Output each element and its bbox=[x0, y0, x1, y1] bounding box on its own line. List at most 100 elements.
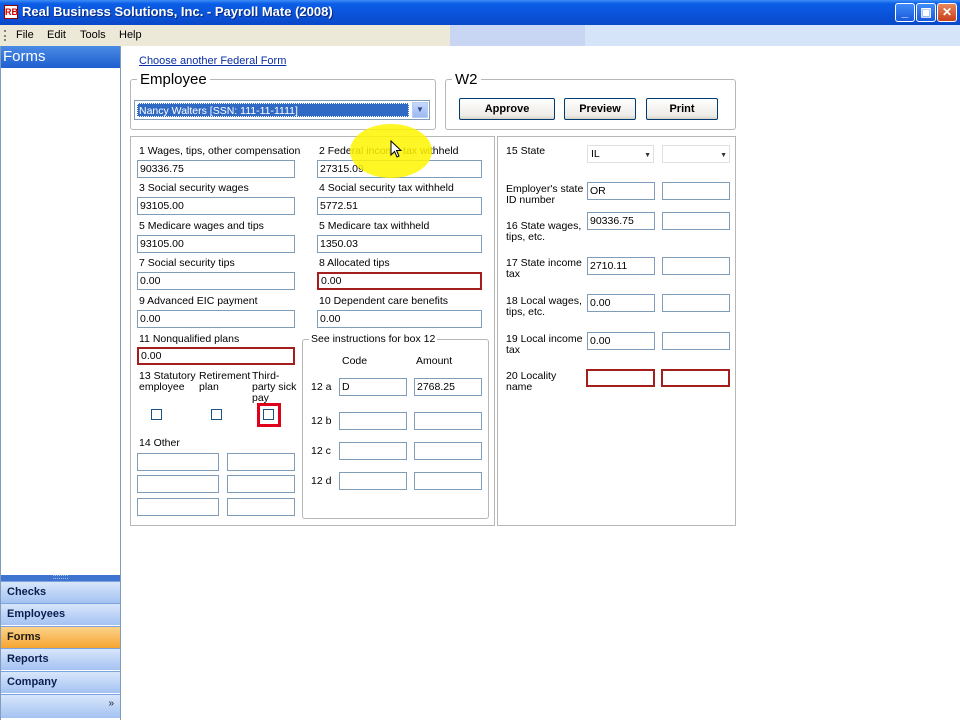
box9-label: 9 Advanced EIC payment bbox=[139, 295, 258, 307]
box17-input-2[interactable] bbox=[662, 257, 730, 275]
sidebar-item-company[interactable]: Company bbox=[1, 671, 120, 693]
chevron-down-icon[interactable]: ▼ bbox=[720, 148, 727, 164]
box18-input-2[interactable] bbox=[662, 294, 730, 312]
box10-input[interactable]: 0.00 bbox=[317, 310, 482, 328]
minimize-button[interactable]: _ bbox=[895, 3, 915, 22]
approve-button[interactable]: Approve bbox=[459, 98, 555, 120]
box14-input[interactable] bbox=[227, 475, 295, 493]
statutory-employee-checkbox[interactable] bbox=[151, 409, 162, 420]
box3-input[interactable]: 93105.00 bbox=[137, 197, 295, 215]
box12d-amount-input[interactable] bbox=[414, 472, 482, 490]
menu-bar-band bbox=[450, 25, 585, 46]
box12b-code-input[interactable] bbox=[339, 412, 407, 430]
box12-amount-header: Amount bbox=[416, 355, 453, 367]
menu-help[interactable]: Help bbox=[119, 29, 142, 41]
box19-input[interactable]: 0.00 bbox=[587, 332, 655, 350]
sidebar-item-checks[interactable]: Checks bbox=[1, 581, 120, 603]
box16-input-2[interactable] bbox=[662, 212, 730, 230]
app-icon: RB bbox=[4, 5, 18, 19]
chevron-down-icon[interactable]: ▼ bbox=[644, 148, 651, 164]
box7-input[interactable]: 0.00 bbox=[137, 272, 295, 290]
box14-input[interactable] bbox=[227, 498, 295, 516]
box13-statutory-label: 13 Statutory employee bbox=[139, 370, 196, 393]
sidebar-more[interactable]: » bbox=[1, 694, 120, 718]
sidebar-header: Forms bbox=[1, 46, 120, 68]
box9-input[interactable]: 0.00 bbox=[137, 310, 295, 328]
box1-input[interactable]: 90336.75 bbox=[137, 160, 295, 178]
state-select-2[interactable]: ▼ bbox=[662, 145, 730, 163]
box7-label: 7 Social security tips bbox=[139, 257, 235, 269]
box12b-amount-input[interactable] bbox=[414, 412, 482, 430]
box14-input[interactable] bbox=[227, 453, 295, 471]
box18-input[interactable]: 0.00 bbox=[587, 294, 655, 312]
box13-retirement-label: Retirement plan bbox=[199, 370, 251, 393]
box15-label: 15 State bbox=[506, 145, 546, 157]
employer-state-id-input-2[interactable] bbox=[662, 182, 730, 200]
box18-label: 18 Local wages, tips, etc. bbox=[506, 295, 582, 318]
box5-input[interactable]: 93105.00 bbox=[137, 235, 295, 253]
box6-label: 5 Medicare tax withheld bbox=[319, 220, 430, 232]
menu-file[interactable]: File bbox=[16, 29, 34, 41]
box12c-label: 12 c bbox=[311, 445, 331, 457]
box10-label: 10 Dependent care benefits bbox=[319, 295, 449, 307]
box17-input[interactable]: 2710.11 bbox=[587, 257, 655, 275]
retirement-plan-checkbox[interactable] bbox=[211, 409, 222, 420]
box12a-code-input[interactable]: D bbox=[339, 378, 407, 396]
box19-input-2[interactable] bbox=[662, 332, 730, 350]
box14-input[interactable] bbox=[137, 498, 219, 516]
choose-federal-form-link[interactable]: Choose another Federal Form bbox=[139, 55, 286, 67]
box4-label: 4 Social security tax withheld bbox=[319, 182, 454, 194]
box5-label: 5 Medicare wages and tips bbox=[139, 220, 264, 232]
box14-input[interactable] bbox=[137, 475, 219, 493]
box16-input[interactable]: 90336.75 bbox=[587, 212, 655, 230]
box12d-code-input[interactable] bbox=[339, 472, 407, 490]
sidebar-item-employees[interactable]: Employees bbox=[1, 603, 120, 625]
box4-input[interactable]: 5772.51 bbox=[317, 197, 482, 215]
print-button[interactable]: Print bbox=[646, 98, 718, 120]
menu-edit[interactable]: Edit bbox=[47, 29, 66, 41]
third-party-sick-pay-checkbox[interactable] bbox=[263, 409, 274, 420]
box16-label: 16 State wages, tips, etc. bbox=[506, 220, 582, 243]
box12c-amount-input[interactable] bbox=[414, 442, 482, 460]
box11-input[interactable]: 0.00 bbox=[137, 347, 295, 365]
employee-select[interactable]: Nancy Walters [SSN: 111-11-1111] ▼ bbox=[134, 100, 430, 120]
state-select[interactable]: IL ▼ bbox=[587, 145, 654, 163]
box12a-amount-input[interactable]: 2768.25 bbox=[414, 378, 482, 396]
box14-label: 14 Other bbox=[139, 437, 180, 449]
chevron-down-icon[interactable]: ▼ bbox=[412, 102, 428, 118]
box14-input[interactable] bbox=[137, 453, 219, 471]
box3-label: 3 Social security wages bbox=[139, 182, 249, 194]
box19-label: 19 Local income tax bbox=[506, 333, 583, 356]
maximize-button[interactable]: ▣ bbox=[916, 3, 936, 22]
menu-tools[interactable]: Tools bbox=[80, 29, 106, 41]
menu-grip bbox=[4, 30, 6, 41]
box20-input-2[interactable] bbox=[661, 369, 730, 387]
box12c-code-input[interactable] bbox=[339, 442, 407, 460]
box12-code-header: Code bbox=[342, 355, 368, 367]
sidebar-item-forms[interactable]: Forms bbox=[1, 626, 120, 648]
box12-title: See instructions for box 12 bbox=[309, 333, 438, 345]
w2-group-title: W2 bbox=[452, 71, 481, 88]
close-button[interactable]: ✕ bbox=[937, 3, 957, 22]
title-bar: RB Real Business Solutions, Inc. - Payro… bbox=[0, 0, 960, 25]
chevron-double-icon[interactable]: » bbox=[108, 698, 114, 709]
box8-label: 8 Allocated tips bbox=[319, 257, 390, 269]
mouse-pointer-icon bbox=[390, 140, 403, 158]
box17-label: 17 State income tax bbox=[506, 257, 582, 280]
box20-input[interactable] bbox=[586, 369, 655, 387]
window-title: Real Business Solutions, Inc. - Payroll … bbox=[22, 4, 333, 19]
menu-bar: File Edit Tools Help bbox=[0, 25, 960, 46]
preview-button[interactable]: Preview bbox=[564, 98, 636, 120]
sidebar: Forms :::::::: Checks Employees Forms Re… bbox=[0, 46, 121, 720]
box1-label: 1 Wages, tips, other compensation bbox=[139, 145, 301, 157]
employee-selected-value: Nancy Walters [SSN: 111-11-1111] bbox=[137, 103, 409, 117]
box12b-label: 12 b bbox=[311, 415, 332, 427]
box6-input[interactable]: 1350.03 bbox=[317, 235, 482, 253]
sidebar-item-reports[interactable]: Reports bbox=[1, 648, 120, 670]
box11-label: 11 Nonqualified plans bbox=[139, 333, 240, 345]
state-selected-value: IL bbox=[591, 148, 600, 160]
employer-state-id-input[interactable]: OR bbox=[587, 182, 655, 200]
menu-bar-band bbox=[585, 25, 960, 46]
box13-sickpay-label: Third-party sick pay bbox=[252, 370, 297, 404]
box8-input[interactable]: 0.00 bbox=[317, 272, 482, 290]
